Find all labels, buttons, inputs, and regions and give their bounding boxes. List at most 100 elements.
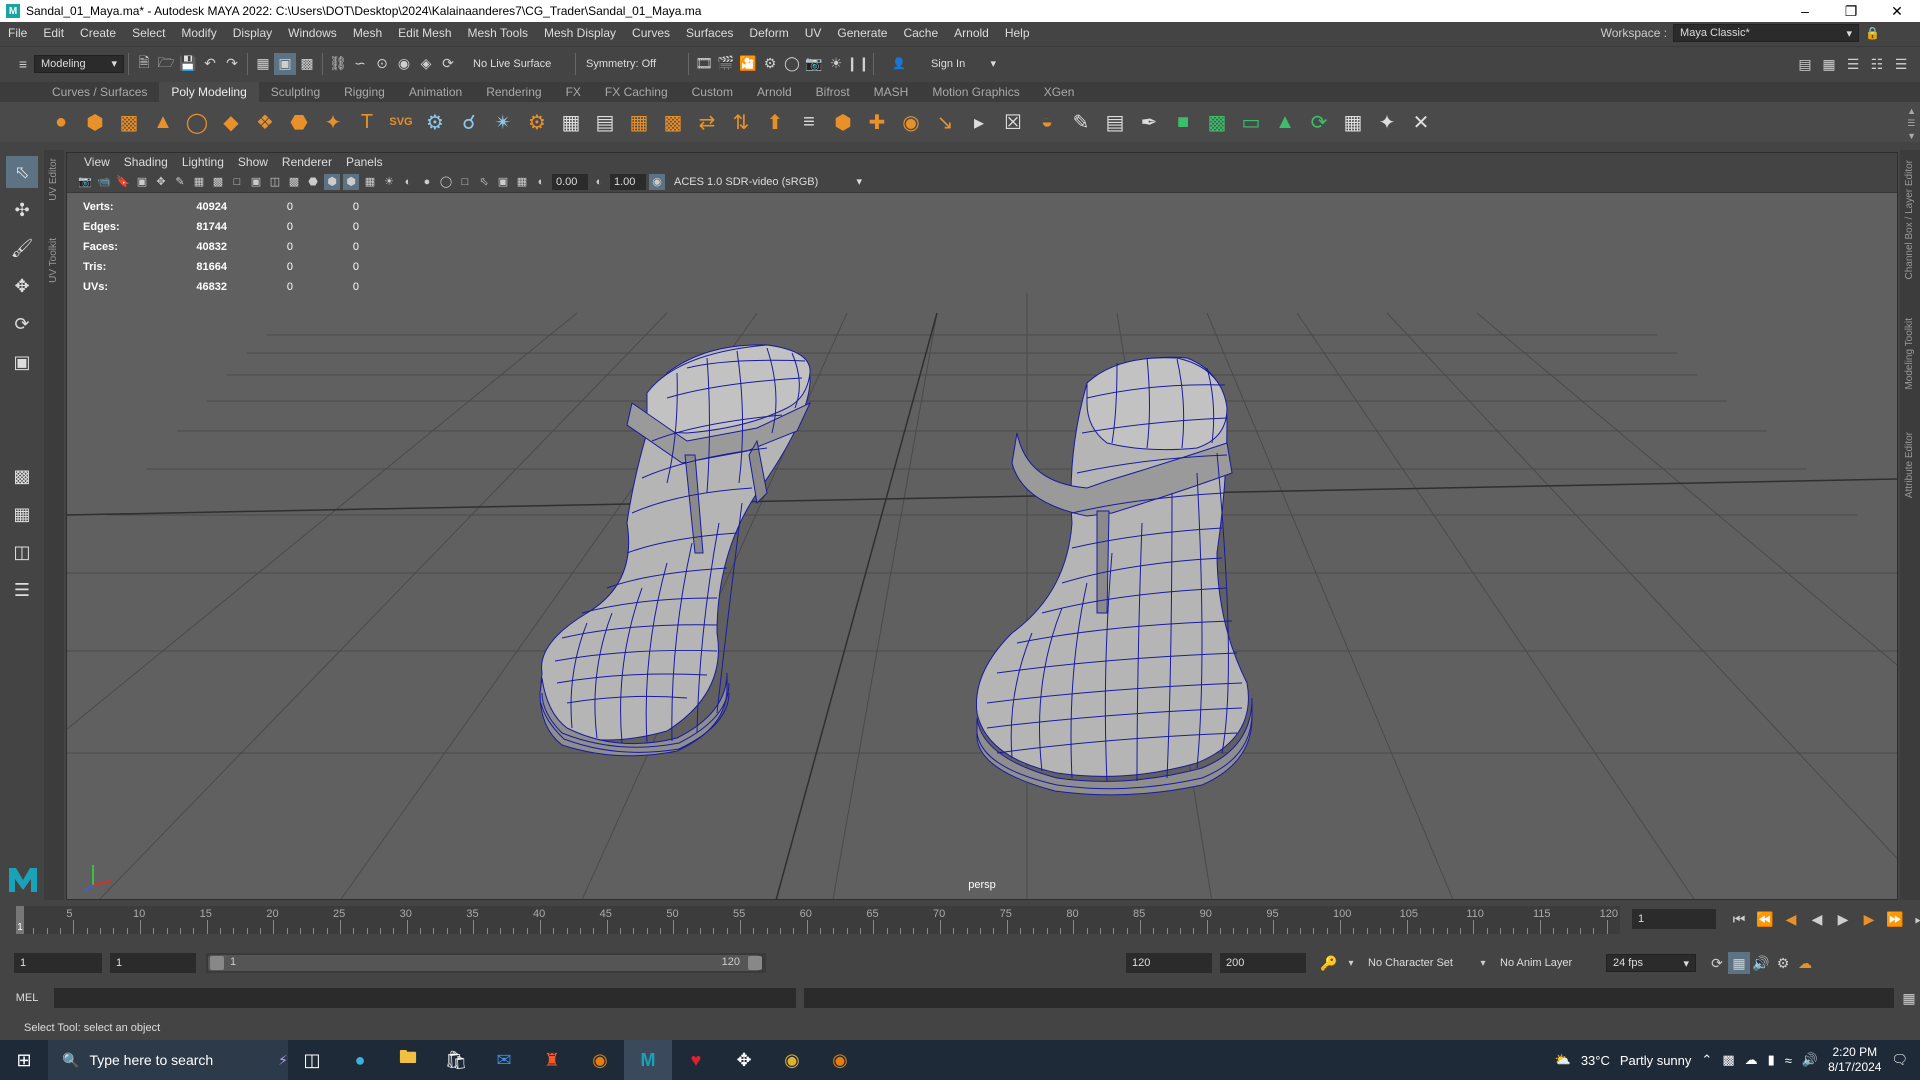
- app-red-icon[interactable]: ♥: [672, 1040, 720, 1080]
- platonic-solid-icon[interactable]: ⬣: [282, 105, 316, 139]
- select-component-icon[interactable]: ▩: [296, 53, 318, 75]
- shelf-tab-fx-caching[interactable]: FX Caching: [593, 82, 680, 102]
- pause-viewport-icon[interactable]: ❙❙: [846, 53, 869, 75]
- uv-spherical-icon[interactable]: ▲: [1268, 105, 1302, 139]
- menu-modify[interactable]: Modify: [173, 26, 224, 40]
- task-view-icon[interactable]: ◫: [288, 1040, 336, 1080]
- paint-select-tool-icon[interactable]: 🖌: [6, 232, 38, 264]
- fps-select[interactable]: 24 fps ▾: [1606, 954, 1696, 972]
- show-hidden-icons-icon[interactable]: ⌃: [1701, 1052, 1712, 1068]
- menu-windows[interactable]: Windows: [280, 26, 345, 40]
- target-weld-icon[interactable]: ✒: [1132, 105, 1166, 139]
- step-back-key-icon[interactable]: ⏪: [1754, 908, 1776, 930]
- snap-grid-icon[interactable]: ⛓: [327, 53, 349, 75]
- viewport-menu-view[interactable]: View: [77, 155, 117, 169]
- step-forward-frame-icon[interactable]: ▶: [1858, 908, 1880, 930]
- bevel-icon[interactable]: ⬢: [826, 105, 860, 139]
- render-current-icon[interactable]: 🎬: [715, 53, 737, 75]
- redo-icon[interactable]: ↷: [221, 53, 243, 75]
- wireframe-icon[interactable]: ⬣: [305, 174, 321, 190]
- uv-auto-icon[interactable]: ▩: [1200, 105, 1234, 139]
- fill-hole-icon[interactable]: ◉: [894, 105, 928, 139]
- four-view-layout-icon[interactable]: ▦: [6, 498, 38, 530]
- volume-icon[interactable]: 🔊: [1802, 1052, 1818, 1068]
- sculpt-icon[interactable]: ⚙: [418, 105, 452, 139]
- scale-tool-icon[interactable]: ▣: [6, 346, 38, 378]
- lasso-tool-icon[interactable]: ✣: [6, 194, 38, 226]
- isolate-select-icon[interactable]: ⬁: [476, 174, 492, 190]
- channel-box-toggle-icon[interactable]: ☷: [1866, 53, 1888, 75]
- shelf-scroll-down-icon[interactable]: ▼: [1907, 131, 1916, 141]
- character-set-select[interactable]: No Character Set: [1362, 954, 1472, 972]
- go-to-start-icon[interactable]: ⏮: [1728, 908, 1750, 930]
- modeling-toolkit-tab[interactable]: Modeling Toolkit: [1904, 318, 1915, 390]
- viewport-menu-panels[interactable]: Panels: [339, 155, 390, 169]
- anim-layer-select[interactable]: No Anim Layer: [1494, 954, 1598, 972]
- time-slider[interactable]: 5 10 15 20 25 30 35 40 45 50 55 60 65 70 75 80 85 90 95 100…: [0, 902, 1920, 938]
- viewport-menu-shading[interactable]: Shading: [117, 155, 175, 169]
- poly-text-icon[interactable]: T: [350, 105, 384, 139]
- animation-end-field[interactable]: 200: [1220, 953, 1306, 973]
- menu-mesh[interactable]: Mesh: [345, 26, 390, 40]
- light-editor-icon[interactable]: ☀: [825, 53, 847, 75]
- shelf-tab-sculpting[interactable]: Sculpting: [259, 82, 332, 102]
- viewport-menu-renderer[interactable]: Renderer: [275, 155, 339, 169]
- image-plane-icon[interactable]: ▣: [134, 174, 150, 190]
- channel-box-tab[interactable]: Channel Box / Layer Editor: [1904, 160, 1915, 280]
- menu-edit-mesh[interactable]: Edit Mesh: [390, 26, 459, 40]
- menu-create[interactable]: Create: [72, 26, 124, 40]
- open-scene-icon[interactable]: 🗁: [155, 53, 177, 75]
- symmetry-icon[interactable]: ✴: [486, 105, 520, 139]
- shelf-tab-rendering[interactable]: Rendering: [474, 82, 553, 102]
- anti-aliasing-icon[interactable]: □: [457, 174, 473, 190]
- resolution-gate-icon[interactable]: □: [229, 174, 245, 190]
- smooth-shade-icon[interactable]: ⬢: [324, 173, 340, 190]
- poly-cube-icon[interactable]: ⬢: [78, 105, 112, 139]
- step-back-frame-icon[interactable]: ◀: [1780, 908, 1802, 930]
- camera-attributes-icon[interactable]: 📹: [96, 174, 112, 190]
- xray-icon[interactable]: ▣: [495, 174, 511, 190]
- reduce-icon[interactable]: ⇅: [724, 105, 758, 139]
- super-shape-icon[interactable]: ✦: [316, 105, 350, 139]
- safe-action-icon[interactable]: ▩: [286, 174, 302, 190]
- multi-cut-icon[interactable]: ✎: [1064, 105, 1098, 139]
- save-scene-icon[interactable]: 💾: [177, 53, 199, 75]
- playback-start-field[interactable]: 1: [110, 953, 196, 973]
- current-frame-field[interactable]: 1: [1632, 909, 1716, 929]
- uv-cylindrical-icon[interactable]: ▭: [1234, 105, 1268, 139]
- symmetry-select[interactable]: Symmetry: Off: [580, 54, 684, 73]
- mel-input[interactable]: [54, 988, 796, 1008]
- layer-editor-toggle-icon[interactable]: ☰: [1890, 53, 1912, 75]
- live-surface-field[interactable]: No Live Surface: [467, 54, 571, 73]
- go-to-end-icon[interactable]: ⏭: [1910, 908, 1920, 930]
- ipr-render-icon[interactable]: 🎦: [737, 53, 759, 75]
- persp-outliner-layout-icon[interactable]: ◫: [6, 536, 38, 568]
- weather-text[interactable]: Partly sunny: [1620, 1053, 1692, 1068]
- menu-display[interactable]: Display: [225, 26, 280, 40]
- modeling-toolkit-toggle-icon[interactable]: ▤: [1794, 53, 1816, 75]
- paint-app-icon[interactable]: ✥: [720, 1040, 768, 1080]
- uv-cut-sew-icon[interactable]: ⟳: [1302, 105, 1336, 139]
- snap-curve-icon[interactable]: ∽: [349, 53, 371, 75]
- move-tool-icon[interactable]: ✥: [6, 270, 38, 302]
- shelf-tab-bifrost[interactable]: Bifrost: [804, 82, 862, 102]
- shelf-menu-icon[interactable]: ☰: [1907, 118, 1916, 129]
- windows-start-icon[interactable]: ⊞: [0, 1040, 48, 1080]
- uv-toolkit-tab[interactable]: UV Toolkit: [48, 238, 59, 283]
- shelf-tab-arnold[interactable]: Arnold: [745, 82, 804, 102]
- chrome-icon[interactable]: ◉: [768, 1040, 816, 1080]
- color-management-icon[interactable]: ◉: [649, 173, 665, 190]
- select-tool-icon[interactable]: ⬁: [6, 156, 38, 188]
- cache-playback-icon[interactable]: ▦: [1728, 952, 1750, 974]
- viewport-persp[interactable]: View Shading Lighting Show Renderer Pane…: [66, 152, 1898, 900]
- animation-start-field[interactable]: 1: [14, 953, 102, 973]
- field-chart-icon[interactable]: ◫: [267, 174, 283, 190]
- run-icon[interactable]: ☁: [1794, 952, 1816, 974]
- current-frame-marker[interactable]: 1: [16, 906, 24, 934]
- outliner-icon[interactable]: ☰: [6, 574, 38, 606]
- bookmark-icon[interactable]: 🔖: [115, 174, 131, 190]
- sound-icon[interactable]: 🔊: [1750, 952, 1772, 974]
- smooth-icon[interactable]: ▦: [622, 105, 656, 139]
- minimize-icon[interactable]: –: [1782, 0, 1828, 22]
- separate-icon[interactable]: ▦: [554, 105, 588, 139]
